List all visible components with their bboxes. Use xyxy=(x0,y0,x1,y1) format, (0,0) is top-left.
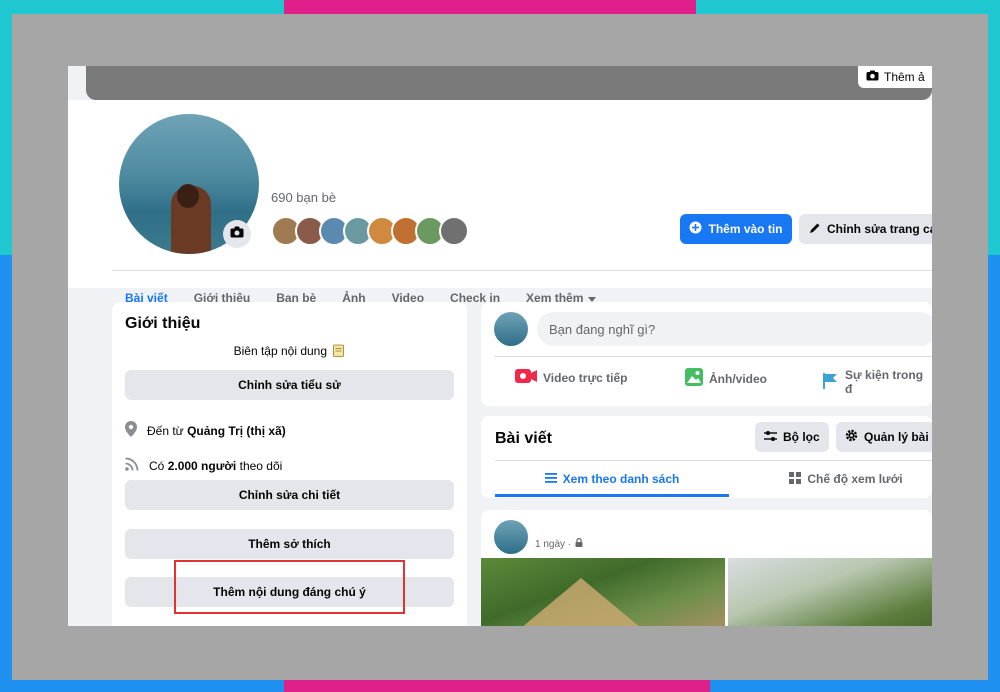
hometown-text: Đến từ Quảng Trị (thị xã) xyxy=(147,424,286,438)
avatar-camera-button[interactable] xyxy=(223,220,251,248)
life-event-label: Sự kiện trong đ xyxy=(845,368,924,396)
post-author-avatar[interactable] xyxy=(494,520,528,554)
followers-suffix: theo dõi xyxy=(239,458,283,473)
bio-text: Biên tập nội dung xyxy=(112,344,467,360)
location-pin-icon xyxy=(125,421,137,440)
rss-icon xyxy=(125,457,139,474)
pencil-icon xyxy=(809,222,821,237)
posts-divider xyxy=(495,460,932,461)
header-divider xyxy=(112,270,932,271)
intro-card: Giới thiệu Biên tập nội dung Chỉnh sửa t… xyxy=(112,302,467,626)
highlight-box xyxy=(174,560,405,614)
manage-posts-label: Quản lý bài xyxy=(864,430,929,444)
camera-icon xyxy=(866,70,879,84)
live-video-label: Video trực tiếp xyxy=(543,370,628,385)
whats-on-your-mind-input[interactable]: Bạn đang nghĩ gì? xyxy=(537,312,932,346)
note-icon xyxy=(333,344,345,360)
friends-count[interactable]: 690 bạn bè xyxy=(271,190,336,205)
live-video-button[interactable]: Video trực tiếp xyxy=(515,368,628,387)
magenta-strip-bottom xyxy=(284,680,710,692)
grid-view-tab[interactable]: Chế độ xem lưới xyxy=(729,464,932,494)
profile-header: 690 bạn bè Thêm vào tin Chỉnh sửa trang … xyxy=(68,100,932,323)
list-icon xyxy=(544,472,557,486)
magenta-strip-top xyxy=(284,0,696,14)
intro-title: Giới thiệu xyxy=(125,315,201,332)
hometown-prefix: Đến từ xyxy=(147,423,184,438)
photo-roof-shape xyxy=(521,578,641,626)
friend-avatar[interactable] xyxy=(439,216,469,246)
composer-avatar[interactable] xyxy=(494,312,528,346)
grid-icon xyxy=(789,471,802,487)
post-photo[interactable] xyxy=(728,558,932,626)
edit-bio-button[interactable]: Chỉnh sửa tiểu sử xyxy=(125,370,454,400)
add-hobbies-button[interactable]: Thêm sở thích xyxy=(125,529,454,559)
followers-prefix: Có xyxy=(149,458,165,473)
post-time-text[interactable]: 1 ngày · xyxy=(535,539,571,550)
photo-video-button[interactable]: Ảnh/video xyxy=(685,368,767,389)
filter-button[interactable]: Bộ lọc xyxy=(755,422,829,452)
add-to-story-button[interactable]: Thêm vào tin xyxy=(680,214,792,244)
hometown-row: Đến từ Quảng Trị (thị xã) xyxy=(125,421,286,440)
followers-text: Có 2.000 người theo dõi xyxy=(149,459,282,473)
live-video-icon xyxy=(515,368,537,387)
bio-label: Biên tập nội dung xyxy=(233,344,328,359)
post-card: 1 ngày · xyxy=(481,510,932,626)
gear-icon xyxy=(845,429,858,445)
composer-divider xyxy=(494,356,932,357)
list-view-label: Xem theo danh sách xyxy=(562,472,680,486)
avatar-head-shape xyxy=(177,184,199,208)
post-timestamp: 1 ngày · xyxy=(535,537,583,550)
grid-view-label: Chế độ xem lưới xyxy=(807,472,903,486)
facebook-profile-screenshot: Thêm ả 690 bạn bè Thêm vào tin Chỉnh sửa… xyxy=(68,66,932,626)
add-cover-photo-button[interactable]: Thêm ả xyxy=(858,66,932,88)
life-event-button[interactable]: Sự kiện trong đ xyxy=(821,368,932,396)
followers-row: Có 2.000 người theo dõi xyxy=(125,457,282,474)
add-cover-photo-label: Thêm ả xyxy=(884,70,925,84)
blue-strip-right xyxy=(988,255,1000,692)
lock-icon xyxy=(575,537,583,550)
edit-details-button[interactable]: Chỉnh sửa chi tiết xyxy=(125,480,454,510)
photo-icon xyxy=(685,368,703,389)
sliders-icon xyxy=(764,430,777,445)
friend-avatar-list xyxy=(271,216,469,246)
edit-profile-button[interactable]: Chỉnh sửa trang cá xyxy=(799,214,932,244)
add-to-story-label: Thêm vào tin xyxy=(708,222,783,236)
edit-profile-label: Chỉnh sửa trang cá xyxy=(827,222,932,236)
plus-circle-icon xyxy=(689,221,702,237)
list-view-tab[interactable]: Xem theo danh sách xyxy=(495,464,729,497)
filter-label: Bộ lọc xyxy=(783,430,820,444)
manage-posts-button[interactable]: Quản lý bài xyxy=(836,422,932,452)
posts-title: Bài viết xyxy=(495,430,552,447)
cover-photo: Thêm ả xyxy=(86,66,932,100)
blue-strip-left xyxy=(0,255,12,692)
post-photo[interactable] xyxy=(481,558,725,626)
flag-icon xyxy=(821,372,839,393)
photo-video-label: Ảnh/video xyxy=(709,371,768,386)
camera-icon xyxy=(230,225,244,243)
posts-card: Bài viết Bộ lọc Quản lý bài Xem theo dan… xyxy=(481,416,932,498)
post-composer: Bạn đang nghĩ gì? Video trực tiếp Ảnh/vi… xyxy=(481,302,932,406)
hometown-place[interactable]: Quảng Trị (thị xã) xyxy=(187,424,286,438)
followers-count[interactable]: 2.000 người xyxy=(168,459,237,473)
